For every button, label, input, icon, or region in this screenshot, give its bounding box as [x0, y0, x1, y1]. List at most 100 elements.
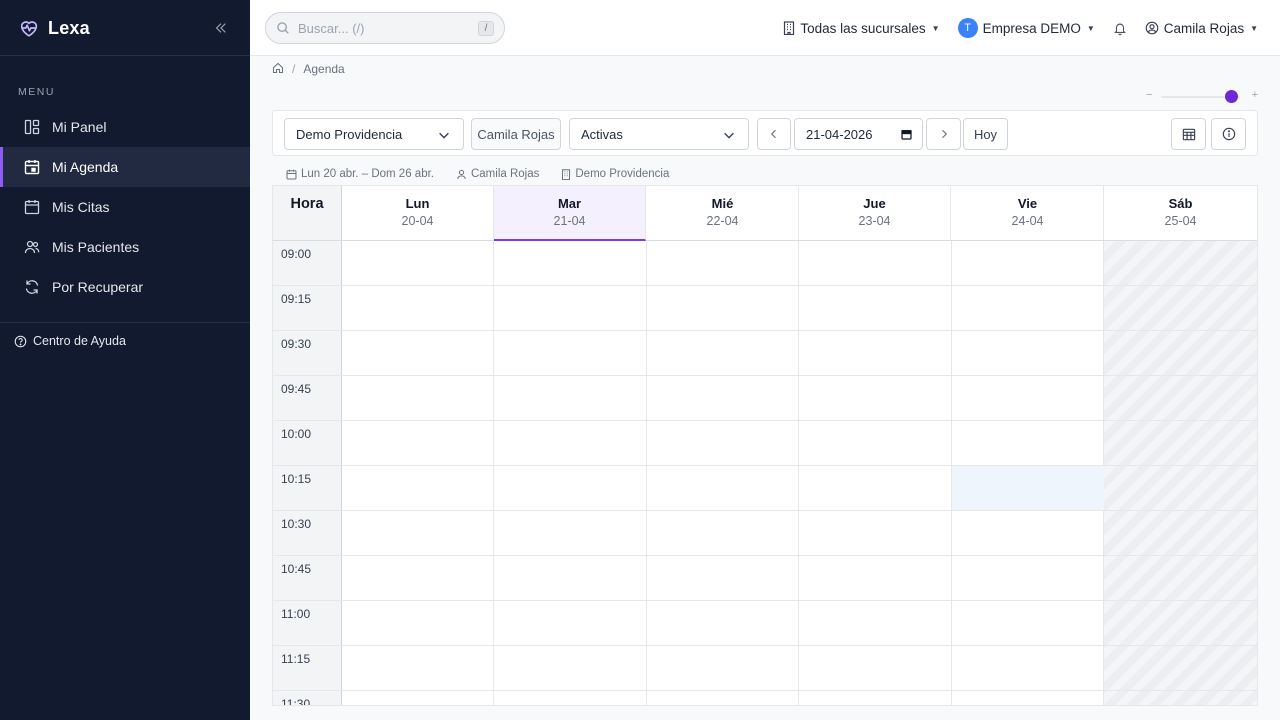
time-slot[interactable] [647, 376, 799, 421]
sidebar-item-por-recuperar[interactable]: Por Recuperar [0, 267, 250, 307]
sidebar-item-mis-citas[interactable]: Mis Citas [0, 187, 250, 227]
time-slot[interactable] [342, 691, 494, 705]
day-header-vie[interactable]: Vie 24-04 [952, 186, 1104, 240]
professional-button[interactable]: Camila Rojas [471, 118, 561, 150]
time-slot[interactable] [1104, 376, 1257, 421]
time-slot[interactable] [647, 286, 799, 331]
time-slot[interactable] [952, 421, 1104, 466]
time-slot[interactable] [647, 511, 799, 556]
previous-week-button[interactable] [757, 118, 791, 150]
time-slot[interactable] [952, 556, 1104, 601]
time-slot[interactable] [647, 556, 799, 601]
zoom-in-button[interactable]: + [1252, 89, 1258, 101]
time-slot[interactable] [494, 511, 647, 556]
sidebar-item-mi-agenda[interactable]: Mi Agenda [0, 147, 250, 187]
time-slot[interactable] [494, 376, 647, 421]
home-icon[interactable] [272, 62, 284, 77]
time-slot[interactable] [494, 421, 647, 466]
time-slot[interactable] [952, 511, 1104, 556]
search-input[interactable] [298, 20, 468, 36]
time-slot[interactable] [342, 241, 494, 286]
time-slot[interactable] [342, 331, 494, 376]
day-header-mie[interactable]: Mié 22-04 [647, 186, 799, 240]
next-week-button[interactable] [926, 118, 961, 150]
time-slot[interactable] [1104, 286, 1257, 331]
day-header-sab[interactable]: Sáb 25-04 [1104, 186, 1257, 240]
time-slot[interactable] [494, 286, 647, 331]
time-slot[interactable] [1104, 241, 1257, 286]
time-slot[interactable] [647, 331, 799, 376]
time-slot[interactable] [952, 376, 1104, 421]
time-slot[interactable] [1104, 646, 1257, 691]
time-slot[interactable] [1104, 331, 1257, 376]
zoom-track[interactable] [1161, 90, 1240, 103]
day-header-mar[interactable]: Mar 21-04 [494, 186, 646, 241]
sidebar-item-mi-panel[interactable]: Mi Panel [0, 107, 250, 147]
status-filter-select[interactable]: Activas [569, 118, 749, 150]
time-slot[interactable] [342, 376, 494, 421]
collapse-sidebar-button[interactable] [210, 17, 232, 39]
zoom-out-button[interactable]: − [1146, 89, 1152, 101]
time-slot[interactable] [494, 646, 647, 691]
time-slot[interactable] [952, 691, 1104, 705]
time-slot[interactable] [952, 241, 1104, 286]
time-slot[interactable] [799, 421, 952, 466]
help-center-link[interactable]: Centro de Ayuda [14, 331, 126, 351]
time-slot[interactable] [342, 601, 494, 646]
time-slot[interactable] [494, 691, 647, 705]
time-slot[interactable] [342, 421, 494, 466]
time-slot[interactable] [647, 601, 799, 646]
time-slot[interactable] [1104, 601, 1257, 646]
time-slot[interactable] [952, 646, 1104, 691]
time-slot[interactable] [952, 286, 1104, 331]
time-slot[interactable] [647, 241, 799, 286]
notifications-button[interactable] [1113, 21, 1127, 36]
time-slot[interactable] [1104, 466, 1257, 511]
date-picker[interactable]: 21-04-2026 [794, 118, 923, 150]
time-slot[interactable] [799, 376, 952, 421]
day-header-jue[interactable]: Jue 23-04 [799, 186, 951, 240]
info-button[interactable] [1211, 118, 1246, 150]
time-slot[interactable] [799, 331, 952, 376]
time-slot[interactable] [494, 241, 647, 286]
time-slot[interactable] [342, 511, 494, 556]
time-slot[interactable] [799, 286, 952, 331]
time-slot[interactable] [342, 646, 494, 691]
time-slot[interactable] [342, 466, 494, 511]
branch-select[interactable]: Demo Providencia [284, 118, 464, 150]
time-slot[interactable] [1104, 511, 1257, 556]
time-slot[interactable] [799, 511, 952, 556]
time-slot[interactable] [647, 466, 799, 511]
zoom-slider[interactable]: − + [1146, 89, 1258, 105]
time-slot[interactable] [647, 691, 799, 705]
branch-selector[interactable]: Todas las sucursales ▼ [783, 21, 940, 36]
time-slot[interactable] [1104, 421, 1257, 466]
brand[interactable]: Lexa [18, 14, 90, 42]
day-header-lun[interactable]: Lun 20-04 [342, 186, 494, 240]
time-slot[interactable] [799, 556, 952, 601]
time-slot[interactable] [647, 421, 799, 466]
time-slot[interactable] [952, 601, 1104, 646]
user-menu[interactable]: Camila Rojas ▼ [1145, 21, 1258, 36]
time-slot[interactable] [647, 646, 799, 691]
table-view-button[interactable] [1171, 118, 1206, 150]
zoom-thumb[interactable] [1224, 90, 1238, 103]
time-slot[interactable] [494, 466, 647, 511]
today-button[interactable]: Hoy [963, 118, 1008, 150]
sidebar-item-mis-pacientes[interactable]: Mis Pacientes [0, 227, 250, 267]
search-box[interactable]: / [265, 12, 505, 44]
time-slot[interactable] [1104, 691, 1257, 705]
time-slot[interactable] [1104, 556, 1257, 601]
time-slot[interactable] [952, 466, 1104, 511]
time-slot[interactable] [342, 556, 494, 601]
company-selector[interactable]: T Empresa DEMO ▼ [957, 18, 1095, 38]
time-slot[interactable] [494, 601, 647, 646]
time-slot[interactable] [799, 691, 952, 705]
time-slot[interactable] [799, 646, 952, 691]
time-slot[interactable] [342, 286, 494, 331]
time-slot[interactable] [799, 241, 952, 286]
time-slot[interactable] [494, 331, 647, 376]
time-slot[interactable] [952, 331, 1104, 376]
time-slot[interactable] [494, 556, 647, 601]
time-slot[interactable] [799, 466, 952, 511]
